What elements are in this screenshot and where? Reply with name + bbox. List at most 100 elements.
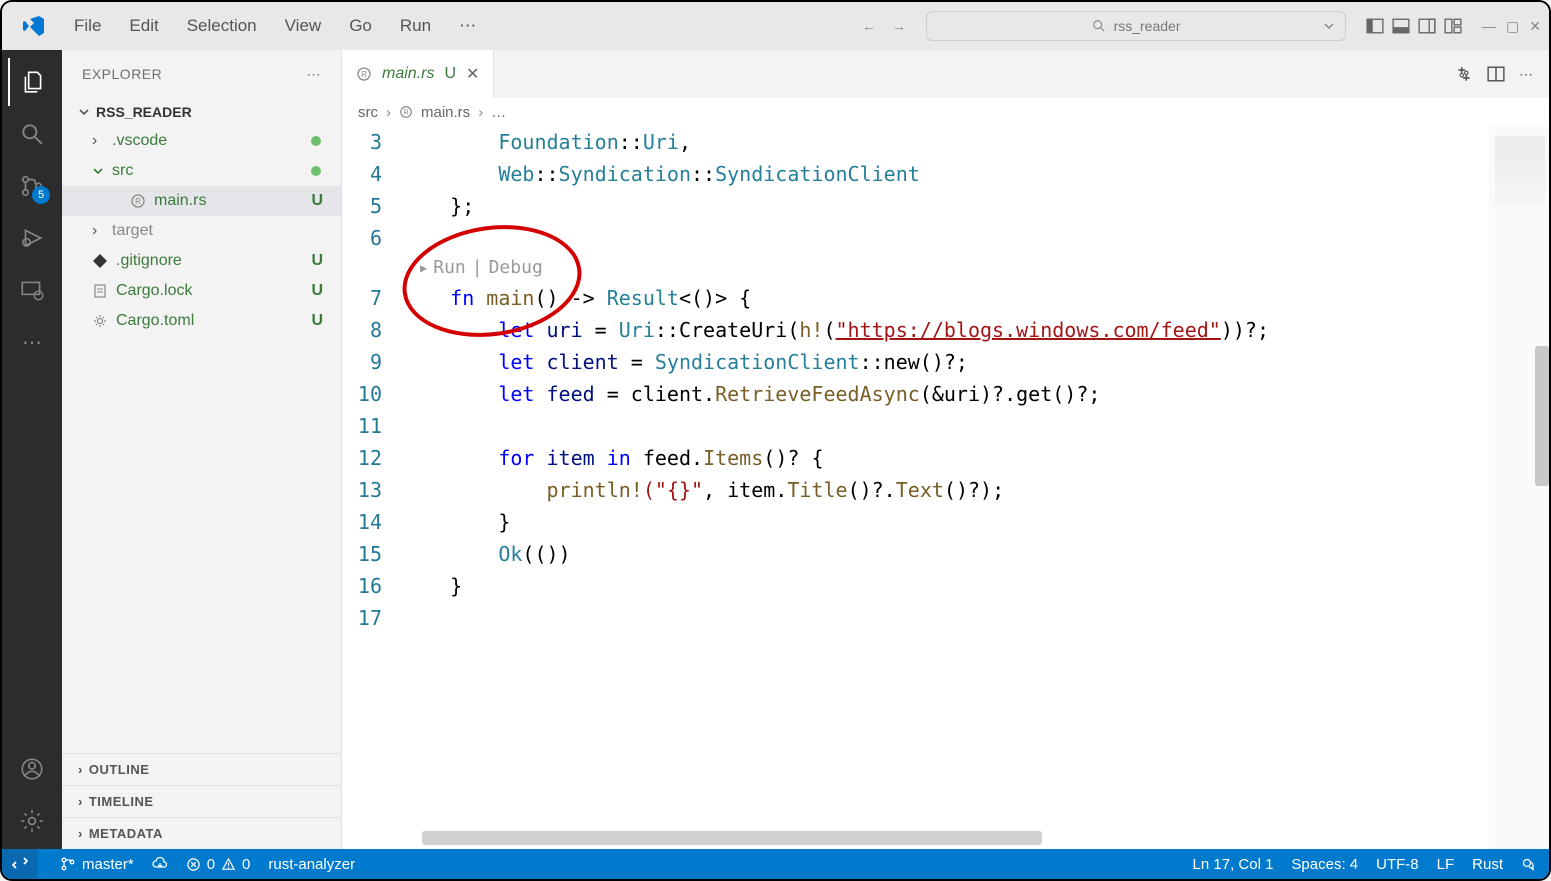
maximize-icon[interactable]: ▢	[1506, 18, 1519, 35]
activity-search[interactable]	[8, 110, 56, 158]
status-cursor[interactable]: Ln 17, Col 1	[1193, 856, 1274, 873]
horizontal-scrollbar[interactable]	[422, 831, 1042, 845]
breadcrumb-file[interactable]: main.rs	[421, 104, 470, 121]
activity-explorer[interactable]	[8, 58, 56, 106]
menu-run[interactable]: Run	[388, 10, 443, 42]
menu-selection[interactable]: Selection	[175, 10, 269, 42]
nav-back-icon[interactable]: ←	[858, 14, 880, 38]
error-count: 0	[207, 856, 215, 873]
tab-mainrs[interactable]: R main.rs U ✕	[342, 50, 494, 98]
activity-settings[interactable]	[8, 797, 56, 845]
sidebar-title: EXPLORER	[82, 66, 162, 82]
debug-icon	[19, 225, 45, 251]
chevron-right-icon: ›	[92, 132, 104, 150]
chevron-right-icon: ›	[78, 826, 83, 841]
vertical-scrollbar[interactable]	[1535, 346, 1549, 486]
activity-overflow[interactable]: ⋯	[8, 318, 56, 366]
status-indent[interactable]: Spaces: 4	[1291, 856, 1358, 873]
ellipsis-icon: ⋯	[22, 330, 42, 355]
svg-text:R: R	[135, 197, 141, 206]
tree-project-root[interactable]: RSS_READER	[62, 98, 341, 126]
search-text: rss_reader	[1114, 18, 1181, 34]
activity-accounts[interactable]	[8, 745, 56, 793]
line-number: 16	[342, 570, 402, 602]
editor-area: R main.rs U ✕ ⋯ src › R main.rs › …	[342, 50, 1549, 849]
rust-icon: R	[130, 193, 146, 209]
tree-file-cargolock[interactable]: Cargo.lock U	[62, 276, 341, 306]
diff-icon[interactable]	[1455, 65, 1473, 83]
section-timeline[interactable]: ›TIMELINE	[62, 785, 341, 817]
line-number: 12	[342, 442, 402, 474]
window-controls: — ▢ ✕	[1482, 18, 1541, 35]
breadcrumb-folder[interactable]: src	[358, 104, 378, 121]
chevron-right-icon: ›	[92, 222, 104, 240]
codelens-debug[interactable]: Debug	[489, 252, 543, 284]
menu-file[interactable]: File	[62, 10, 113, 42]
menu-bar: File Edit Selection View Go Run ⋯	[62, 10, 488, 42]
menu-go[interactable]: Go	[337, 10, 384, 42]
codelens: ▶ Run | Debug	[342, 254, 1549, 282]
folder-label: src	[112, 162, 133, 180]
editor-more-icon[interactable]: ⋯	[1519, 66, 1533, 83]
toggle-panel-icon[interactable]	[1392, 17, 1410, 35]
line-number: 6	[342, 222, 402, 254]
nav-forward-icon[interactable]: →	[888, 14, 910, 38]
activity-scm[interactable]: 5	[8, 162, 56, 210]
tab-close-icon[interactable]: ✕	[466, 64, 479, 84]
line-number: 11	[342, 410, 402, 442]
tree-file-mainrs[interactable]: R main.rs U	[62, 186, 341, 216]
git-status-badge: U	[311, 252, 323, 270]
branch-icon	[60, 856, 76, 872]
status-problems[interactable]: 0 0	[186, 856, 251, 873]
svg-text:R: R	[361, 70, 367, 79]
cloud-sync-icon	[152, 856, 168, 872]
status-remote[interactable]	[2, 849, 38, 879]
menu-overflow[interactable]: ⋯	[447, 10, 488, 42]
minimize-icon[interactable]: —	[1482, 18, 1496, 35]
toggle-primary-sidebar-icon[interactable]	[1366, 17, 1384, 35]
codelens-run[interactable]: Run	[433, 252, 466, 284]
status-eol[interactable]: LF	[1437, 856, 1455, 873]
tree-file-cargotoml[interactable]: Cargo.toml U	[62, 306, 341, 336]
chevron-down-icon	[78, 106, 90, 118]
layout-controls	[1366, 17, 1462, 35]
status-sync[interactable]	[152, 856, 168, 872]
customize-layout-icon[interactable]	[1444, 17, 1462, 35]
line-number: 5	[342, 190, 402, 222]
section-outline[interactable]: ›OUTLINE	[62, 753, 341, 785]
titlebar: File Edit Selection View Go Run ⋯ ← → rs…	[2, 2, 1549, 50]
chevron-right-icon: ›	[78, 794, 83, 809]
line-number: 13	[342, 474, 402, 506]
tree-file-gitignore[interactable]: .gitignore U	[62, 246, 341, 276]
tree-folder-src[interactable]: src	[62, 156, 341, 186]
menu-view[interactable]: View	[273, 10, 334, 42]
activity-remote[interactable]	[8, 266, 56, 314]
modified-dot-icon	[311, 166, 321, 176]
close-icon[interactable]: ✕	[1529, 18, 1541, 35]
breadcrumb-trail[interactable]: …	[491, 104, 506, 121]
tree-folder-vscode[interactable]: › .vscode	[62, 126, 341, 156]
breadcrumb[interactable]: src › R main.rs › …	[342, 98, 1549, 126]
status-lsp[interactable]: rust-analyzer	[268, 856, 355, 873]
activity-debug[interactable]	[8, 214, 56, 262]
status-encoding[interactable]: UTF-8	[1376, 856, 1419, 873]
chevron-right-icon: ›	[478, 104, 483, 121]
line-number: 3	[342, 126, 402, 158]
tab-label: main.rs	[382, 65, 434, 83]
split-editor-icon[interactable]	[1487, 65, 1505, 83]
global-search[interactable]: rss_reader	[926, 11, 1346, 41]
status-feedback[interactable]	[1521, 856, 1537, 872]
chevron-down-icon[interactable]	[1323, 20, 1335, 32]
tree-folder-target[interactable]: › target	[62, 216, 341, 246]
section-metadata[interactable]: ›METADATA	[62, 817, 341, 849]
file-label: Cargo.lock	[116, 282, 192, 300]
toggle-secondary-sidebar-icon[interactable]	[1418, 17, 1436, 35]
menu-edit[interactable]: Edit	[117, 10, 170, 42]
scm-badge: 5	[32, 186, 50, 204]
status-language[interactable]: Rust	[1472, 856, 1503, 873]
sidebar-more-icon[interactable]: ⋯	[307, 66, 322, 83]
file-label: Cargo.toml	[116, 312, 194, 330]
code-editor[interactable]: 3 Foundation::Uri, 4 Web::Syndication::S…	[342, 126, 1549, 849]
status-branch[interactable]: master*	[60, 856, 134, 873]
minimap[interactable]	[1489, 126, 1549, 849]
